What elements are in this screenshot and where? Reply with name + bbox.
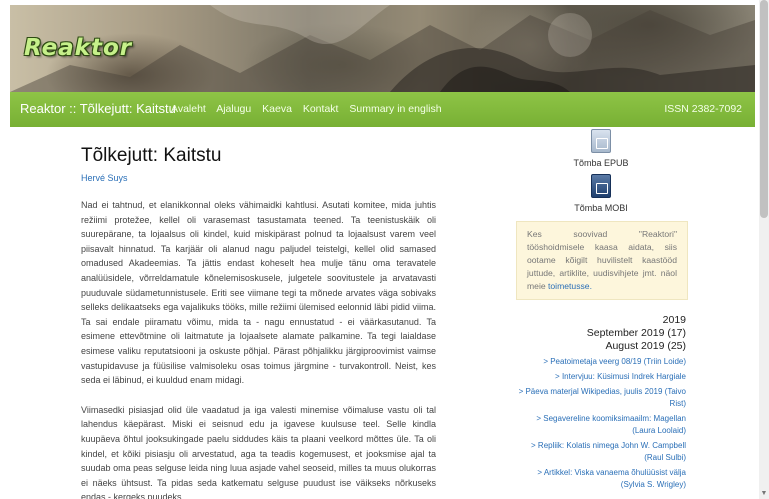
nav-links: Avaleht Ajalugu Kaeva Kontakt Summary in… <box>171 103 450 115</box>
contribution-infobox: Kes soovivad "Reaktori" tööshoidmisele k… <box>516 221 688 300</box>
download-mobi[interactable]: Tõmba MOBI <box>516 174 686 213</box>
article-paragraph: Nad ei tahtnud, et elanikkonnal oleks vä… <box>81 200 436 386</box>
article-title: Tõlkejutt: Kaitstu <box>81 145 222 166</box>
archive-month-september[interactable]: September 2019 (17) <box>516 327 686 340</box>
download-epub-label[interactable]: Tõmba EPUB <box>516 158 686 168</box>
archive-article-link[interactable]: > Repliik: Kolatis nimega John W. Campbe… <box>516 440 686 464</box>
mobi-book-icon[interactable] <box>591 174 611 198</box>
article-author-link[interactable]: Hervé Suys <box>81 173 436 183</box>
scrollbar-thumb[interactable] <box>760 0 768 218</box>
download-mobi-label[interactable]: Tõmba MOBI <box>516 203 686 213</box>
main-navbar: Reaktor :: Tõlkejutt: Kaitstu Avaleht Aj… <box>10 92 755 127</box>
archive-article-link[interactable]: > Segavereline koomiksimaailm: Magellan … <box>516 413 686 437</box>
nav-link-ajalugu[interactable]: Ajalugu <box>216 103 251 115</box>
nav-link-kaeva[interactable]: Kaeva <box>262 103 292 115</box>
archive-article-link[interactable]: > Peatoimetaja veerg 08/19 (Triin Loide) <box>516 356 686 368</box>
article-paragraph: Viimasedki pisiasjad olid üle vaadatud j… <box>81 404 436 499</box>
page: Reaktor Reaktor :: Tõlkejutt: Kaitstu Av… <box>10 5 755 499</box>
archive-month-august[interactable]: August 2019 (25) <box>516 340 686 353</box>
editorial-link[interactable]: toimetusse. <box>548 281 592 291</box>
archive-section: 2019 September 2019 (17) August 2019 (25… <box>516 314 686 353</box>
archive-article-link[interactable]: > Artikkel: Viska vanaema õhulüüsist väl… <box>516 467 686 491</box>
nav-link-avaleht[interactable]: Avaleht <box>171 103 206 115</box>
vertical-scrollbar[interactable]: ▼ <box>759 0 769 499</box>
archive-article-link[interactable]: > Intervjuu: Küsimusi Indrek Hargiale <box>516 371 686 383</box>
archive-article-list: > Peatoimetaja veerg 08/19 (Triin Loide)… <box>516 356 686 491</box>
header-banner: Reaktor <box>10 5 755 92</box>
archive-article-link[interactable]: > Päeva materjal Wikipedias, juulis 2019… <box>516 386 686 410</box>
epub-book-icon[interactable] <box>591 129 611 153</box>
site-logo[interactable]: Reaktor <box>24 35 132 61</box>
navbar-brand[interactable]: Reaktor :: Tõlkejutt: Kaitstu <box>20 101 176 116</box>
nav-link-kontakt[interactable]: Kontakt <box>303 103 339 115</box>
nav-link-summary-english[interactable]: Summary in english <box>349 103 441 115</box>
sidebar: Tõmba EPUB Tõmba MOBI Kes soovivad "Reak… <box>516 129 688 494</box>
download-epub[interactable]: Tõmba EPUB <box>516 129 686 168</box>
archive-year[interactable]: 2019 <box>516 314 686 327</box>
issn-label: ISSN 2382-7092 <box>664 103 742 115</box>
article: Tõlkejutt: Kaitstu Hervé Suys Nad ei tah… <box>81 145 436 499</box>
scroll-down-arrow-icon[interactable]: ▼ <box>759 489 769 499</box>
